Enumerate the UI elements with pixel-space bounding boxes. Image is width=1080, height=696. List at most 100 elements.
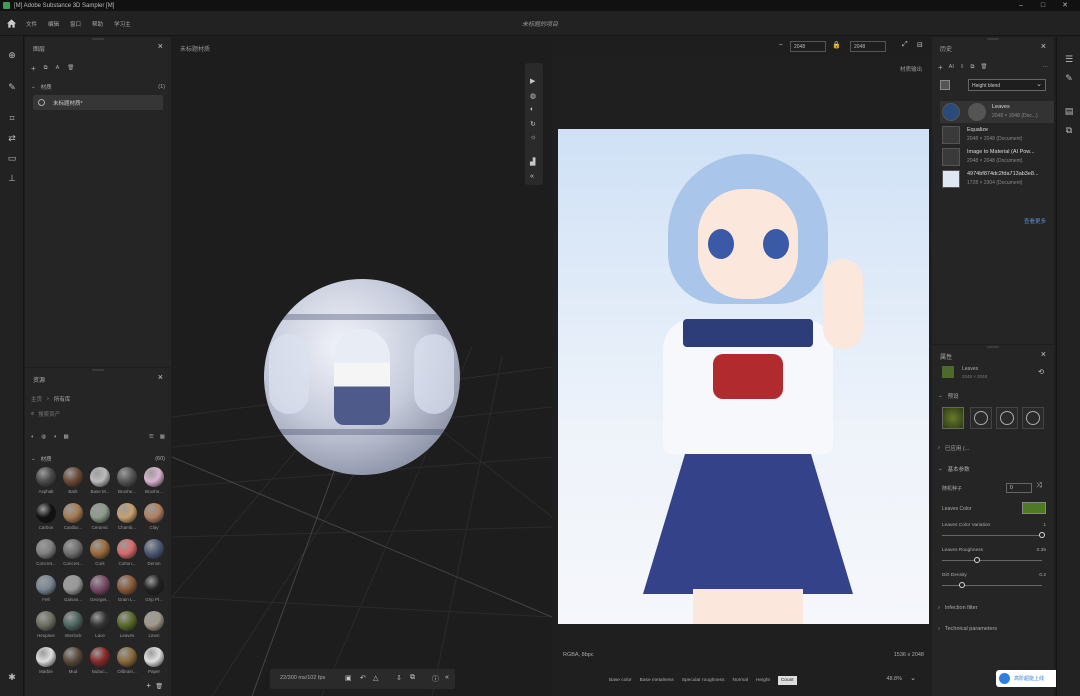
material-swatch[interactable]: Leaves <box>114 611 140 643</box>
close-icon[interactable]: × <box>1041 41 1046 51</box>
ai-icon[interactable]: AI <box>949 64 954 70</box>
stamp-icon[interactable]: ⊥ <box>6 172 18 184</box>
chevron-down-icon[interactable]: ⌄ <box>938 466 943 472</box>
material-swatch[interactable]: Cork <box>87 539 113 571</box>
preset-thumb-empty[interactable] <box>1022 407 1044 429</box>
breadcrumb-root[interactable]: 主页 <box>31 395 42 403</box>
tab-height[interactable]: Height <box>756 678 770 683</box>
material-swatch[interactable]: Ceramic <box>87 503 113 535</box>
chevron-right-icon[interactable]: › <box>938 445 940 451</box>
layer-item[interactable]: 未标题材质* <box>33 95 163 110</box>
material-swatch[interactable]: Felt <box>33 575 59 607</box>
frame-icon[interactable]: ▣ <box>345 674 352 682</box>
document-icon[interactable]: ▤ <box>1063 105 1075 117</box>
settings-icon[interactable]: ✱ <box>6 671 18 683</box>
image-filter-icon[interactable]: ▦ <box>63 434 68 440</box>
chevron-down-icon[interactable]: ⌄ <box>31 84 36 90</box>
material-swatch[interactable]: Linen <box>141 611 167 643</box>
tab-normal[interactable]: Normal <box>732 678 747 683</box>
preset-thumb-empty[interactable] <box>996 407 1018 429</box>
material-swatch[interactable]: Clay <box>141 503 167 535</box>
material-swatch[interactable]: Marble <box>33 647 59 679</box>
history-item[interactable]: Image to Material (AI Pow... 2048 × 2048… <box>940 146 1054 168</box>
delete-icon[interactable]: 🗑 <box>980 64 987 70</box>
blend-mode-icon[interactable] <box>940 80 950 90</box>
duplicate-icon[interactable]: ⧉ <box>970 64 974 71</box>
reset-icon[interactable]: ⟲ <box>1038 368 1044 376</box>
material-swatch[interactable]: Interlock <box>60 611 86 643</box>
viewport-3d[interactable]: 未标题材质 ▶ ◍ ◐ ↻ ☼ ▟ « 22/300 ms/102 fps ▣ … <box>172 37 552 696</box>
screenshot-icon[interactable]: ⧉ <box>410 674 415 682</box>
sort-icon[interactable]: ☰ <box>149 434 154 440</box>
chevron-right-icon[interactable]: › <box>938 605 940 611</box>
material-filter-icon[interactable]: ◐ <box>31 434 34 440</box>
view-more-link[interactable]: 查看更多 <box>1024 217 1046 225</box>
material-swatch[interactable]: Base M... <box>87 467 113 499</box>
material-swatch[interactable]: Concret... <box>33 539 59 571</box>
preset-thumb-leaves[interactable] <box>942 407 964 429</box>
sphere-filter-icon[interactable]: ◍ <box>41 434 46 440</box>
material-swatch[interactable]: Cardbo... <box>60 503 86 535</box>
grid-view-icon[interactable]: ▦ <box>160 434 165 440</box>
rotate-icon[interactable]: ↻ <box>530 120 536 128</box>
material-swatch[interactable]: Oilbrain... <box>114 647 140 679</box>
chevron-right-icon[interactable]: › <box>938 626 940 632</box>
perspective-icon[interactable]: △ <box>373 674 378 682</box>
breadcrumb-current[interactable]: 所有库 <box>54 395 71 403</box>
lock-icon[interactable]: 🔒 <box>832 41 841 49</box>
material-swatch[interactable]: Nubuc... <box>87 647 113 679</box>
history-item[interactable]: 4974bf874dc2fda713ab3e8... 1728 × 2304 (… <box>940 168 1054 190</box>
history-item[interactable]: Leaves 2048 × 2048 (Doc...) <box>940 101 1054 123</box>
delete-icon[interactable]: 🗑 <box>67 65 74 71</box>
add-icon[interactable]: ⊕ <box>6 49 18 61</box>
info-icon[interactable]: ⓘ <box>432 674 439 684</box>
camera-icon[interactable]: ▶ <box>530 77 535 85</box>
material-swatch[interactable]: Mud <box>60 647 86 679</box>
material-preview-sphere[interactable] <box>264 279 460 475</box>
tab-base-metalness[interactable]: Base metalness <box>640 678 674 683</box>
blend-mode-select[interactable]: Height blend ⌄ <box>968 79 1046 91</box>
fit-icon[interactable]: ⤢ <box>902 41 908 49</box>
material-swatch[interactable]: Denim <box>141 539 167 571</box>
preset-thumb-empty[interactable] <box>970 407 992 429</box>
orbit-icon[interactable]: ↶ <box>360 674 366 682</box>
duplicate-icon[interactable]: ⧉ <box>44 65 48 72</box>
width-select[interactable]: 2048 <box>790 41 826 52</box>
brush-icon[interactable]: ✎ <box>6 81 18 93</box>
material-swatch[interactable]: Chamb... <box>114 503 140 535</box>
material-swatch[interactable]: Asphalt <box>33 467 59 499</box>
search-input[interactable]: 搜索资产 <box>38 410 60 418</box>
material-swatch[interactable]: Grain L... <box>114 575 140 607</box>
text-icon[interactable]: A <box>56 65 60 71</box>
import-icon[interactable]: ⇩ <box>960 64 965 70</box>
export-icon[interactable]: ⇩ <box>396 674 402 682</box>
zoom-level[interactable]: 48.8% <box>886 676 902 682</box>
output-select[interactable]: 材质输出 <box>900 65 922 73</box>
delete-asset-icon[interactable]: 🗑 <box>155 683 163 690</box>
roughness-slider[interactable] <box>942 557 1042 563</box>
material-swatch[interactable]: Bark <box>60 467 86 499</box>
maximize-button[interactable]: □ <box>1032 0 1054 11</box>
shuffle-icon[interactable]: ⤨ <box>1036 482 1042 490</box>
material-swatch[interactable]: Cotton... <box>114 539 140 571</box>
close-icon[interactable]: × <box>158 372 163 382</box>
chart-icon[interactable]: ▟ <box>530 158 535 166</box>
close-window-button[interactable]: ✕ <box>1054 0 1076 11</box>
tab-base-color[interactable]: Base color <box>609 678 632 683</box>
sliders-icon[interactable]: ☰ <box>1063 53 1075 65</box>
density-slider[interactable] <box>942 582 1042 588</box>
material-swatch[interactable]: Brushe... <box>141 467 167 499</box>
resize-icon[interactable]: ⇔ <box>778 42 784 48</box>
material-swatch[interactable]: Brushe... <box>114 467 140 499</box>
seed-input[interactable]: 0 <box>1006 483 1032 493</box>
add-asset-icon[interactable]: + <box>146 681 151 690</box>
transform-icon[interactable]: ⇄ <box>6 132 18 144</box>
collapse-icon[interactable]: « <box>530 173 534 180</box>
slider-knob[interactable] <box>974 557 980 563</box>
crop-icon[interactable]: ⌗ <box>6 112 18 124</box>
material-swatch[interactable]: Galvan... <box>60 575 86 607</box>
tab-count[interactable]: Count <box>777 675 797 685</box>
sun-icon[interactable]: ☼ <box>530 134 536 141</box>
material-swatch[interactable]: Grip Pl... <box>141 575 167 607</box>
texture-preview[interactable] <box>558 129 929 624</box>
